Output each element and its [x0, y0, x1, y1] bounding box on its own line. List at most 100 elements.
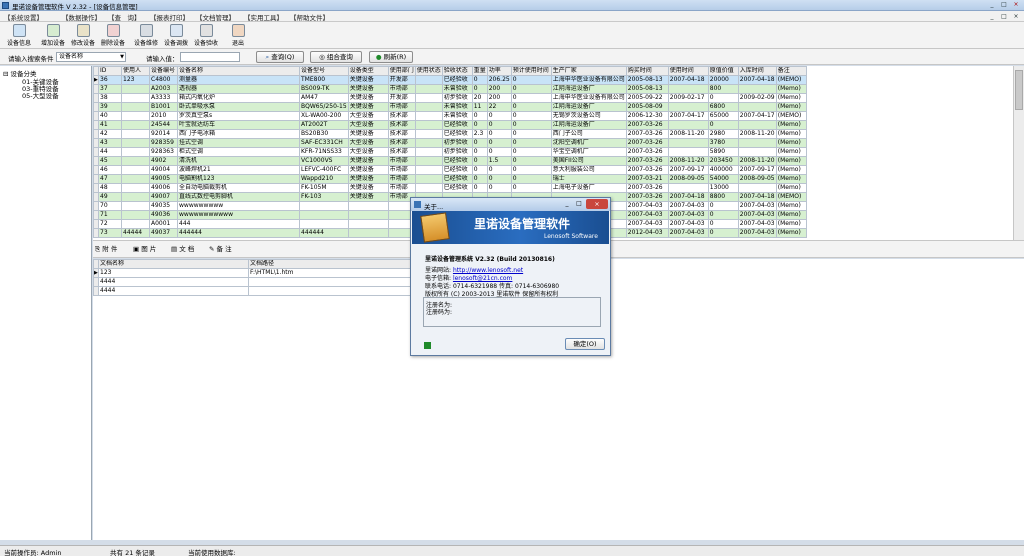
column-header[interactable]: 使用部门	[387, 66, 416, 76]
table-cell[interactable]: 关键设备	[347, 183, 389, 193]
table-cell[interactable]: 2007-04-18	[737, 75, 777, 85]
table-cell[interactable]: wwwwwwwww	[177, 201, 300, 211]
table-cell[interactable]: FK-105M	[299, 183, 349, 193]
table-cell[interactable]: (MEMO)	[775, 192, 807, 202]
table-cell[interactable]	[121, 201, 150, 211]
table-cell[interactable]: 美国FII公司	[550, 156, 627, 166]
table-cell[interactable]: 48	[98, 183, 122, 193]
table-cell[interactable]: 0	[471, 75, 488, 85]
table-cell[interactable]: 初步验收	[441, 147, 473, 157]
edit-device-button[interactable]: 修改设备	[68, 23, 98, 48]
table-cell[interactable]: 上海申华医业设备有限公司	[550, 75, 627, 85]
table-cell[interactable]	[414, 156, 443, 166]
table-cell[interactable]: 全自动电脑裁剪机	[177, 183, 300, 193]
table-cell[interactable]: 38	[98, 93, 122, 103]
table-cell[interactable]: 清洗机	[177, 156, 300, 166]
table-cell[interactable]: 49036	[149, 210, 178, 220]
table-cell[interactable]: 市场部	[387, 183, 416, 193]
table-cell[interactable]: 2007-04-03	[737, 219, 777, 229]
image-tab[interactable]: ▣ 图 片	[133, 244, 156, 255]
table-cell[interactable]: 已经验收	[441, 129, 473, 139]
table-cell[interactable]: 49006	[149, 183, 178, 193]
table-cell[interactable]: 46	[98, 165, 122, 175]
table-cell[interactable]: 206.25	[486, 75, 512, 85]
table-cell[interactable]: BS009-TK	[299, 84, 349, 94]
table-cell[interactable]: 47	[98, 174, 122, 184]
table-cell[interactable]	[737, 120, 777, 130]
column-header[interactable]: 原值价值	[707, 66, 739, 76]
table-cell[interactable]: 西门子公司	[550, 129, 627, 139]
table-cell[interactable]: 测量器	[177, 75, 300, 85]
repair-button[interactable]: 设备维修	[131, 23, 161, 48]
table-cell[interactable]	[121, 84, 150, 94]
search-condition-select[interactable]: 设备名称 ▼	[56, 52, 126, 62]
table-cell[interactable]: 已经验收	[441, 183, 473, 193]
table-cell[interactable]	[121, 93, 150, 103]
table-cell[interactable]: 2007-04-18	[737, 192, 777, 202]
table-cell[interactable]: 西门子电冰箱	[177, 129, 300, 139]
table-cell[interactable]: 技术部	[387, 120, 416, 130]
column-header[interactable]: 使用人	[121, 66, 150, 76]
table-cell[interactable]: 0	[471, 120, 488, 130]
table-cell[interactable]	[737, 147, 777, 157]
table-cell[interactable]	[414, 84, 443, 94]
table-cell[interactable]: FK-103	[299, 192, 349, 202]
table-cell[interactable]: 0	[471, 174, 488, 184]
table-cell[interactable]: (Memo)	[775, 120, 807, 130]
table-cell[interactable]: 技术部	[387, 147, 416, 157]
table-cell[interactable]: 2007-04-03	[625, 201, 669, 211]
close-button[interactable]: ×	[1010, 1, 1022, 9]
table-cell[interactable]: 49035	[149, 201, 178, 211]
table-cell[interactable]: 直线式数控电剪脚机	[177, 192, 300, 202]
table-cell[interactable]: 箱式内氧化炉	[177, 93, 300, 103]
about-minimize-button[interactable]: _	[561, 200, 573, 208]
table-cell[interactable]	[121, 183, 150, 193]
table-cell[interactable]: 22	[486, 102, 512, 112]
table-cell[interactable]: 200	[486, 93, 512, 103]
menu-help[interactable]: 【帮助文件】	[290, 12, 329, 22]
table-cell[interactable]: 65000	[707, 111, 739, 121]
table-cell[interactable]: 0	[510, 138, 552, 148]
table-cell[interactable]: 2007-03-21	[625, 174, 669, 184]
table-cell[interactable]: 0	[707, 201, 739, 211]
table-cell[interactable]	[121, 102, 150, 112]
table-cell[interactable]	[121, 147, 150, 157]
table-cell[interactable]: 市场部	[387, 102, 416, 112]
table-cell[interactable]: 开发部	[387, 75, 416, 85]
table-cell[interactable]: 市场部	[387, 174, 416, 184]
table-cell[interactable]: 柜式空调	[177, 147, 300, 157]
table-cell[interactable]: 大型设备	[347, 111, 389, 121]
table-cell[interactable]: 49005	[149, 174, 178, 184]
table-cell[interactable]: 0	[510, 183, 552, 193]
table-cell[interactable]: 2008-11-20	[667, 129, 709, 139]
table-cell[interactable]: 关键设备	[347, 174, 389, 184]
table-cell[interactable]	[121, 165, 150, 175]
table-cell[interactable]: wwwwwwwwwww	[177, 210, 300, 220]
table-cell[interactable]: LEFVC-400FC	[299, 165, 349, 175]
table-cell[interactable]: 0	[510, 174, 552, 184]
table-cell[interactable]: KFR-71NSS33	[299, 147, 349, 157]
column-header[interactable]: 使用时间	[667, 66, 709, 76]
attachment-tab[interactable]: ⎘ 附 件	[95, 244, 117, 255]
table-cell[interactable]: SAF-EC331CH	[299, 138, 349, 148]
doc-col-name[interactable]: 文档名称	[98, 259, 249, 269]
table-cell[interactable]	[737, 102, 777, 112]
table-cell[interactable]: 800	[707, 84, 739, 94]
table-cell[interactable]: 0	[510, 111, 552, 121]
table-cell[interactable]	[667, 84, 709, 94]
table-cell[interactable]: 0	[486, 165, 512, 175]
menu-query[interactable]: 【查 询】	[108, 12, 141, 22]
table-cell[interactable]: 沈阳空调机厂	[550, 138, 627, 148]
table-cell[interactable]: A3333	[149, 93, 178, 103]
table-cell[interactable]: XL-WA00-200	[299, 111, 349, 121]
table-cell[interactable]: 2007-04-03	[667, 219, 709, 229]
device-info-button[interactable]: 设备信息	[4, 23, 34, 48]
table-cell[interactable]: 73	[98, 228, 122, 238]
table-cell[interactable]: 初步验收	[441, 138, 473, 148]
table-cell[interactable]: 2005-08-13	[625, 84, 669, 94]
menu-data[interactable]: 【数据操作】	[62, 12, 101, 22]
table-cell[interactable]: 已经验收	[441, 120, 473, 130]
table-cell[interactable]: 江阴海运设备厂	[550, 84, 627, 94]
table-cell[interactable]: 大型设备	[347, 138, 389, 148]
table-cell[interactable]: 0	[486, 129, 512, 139]
